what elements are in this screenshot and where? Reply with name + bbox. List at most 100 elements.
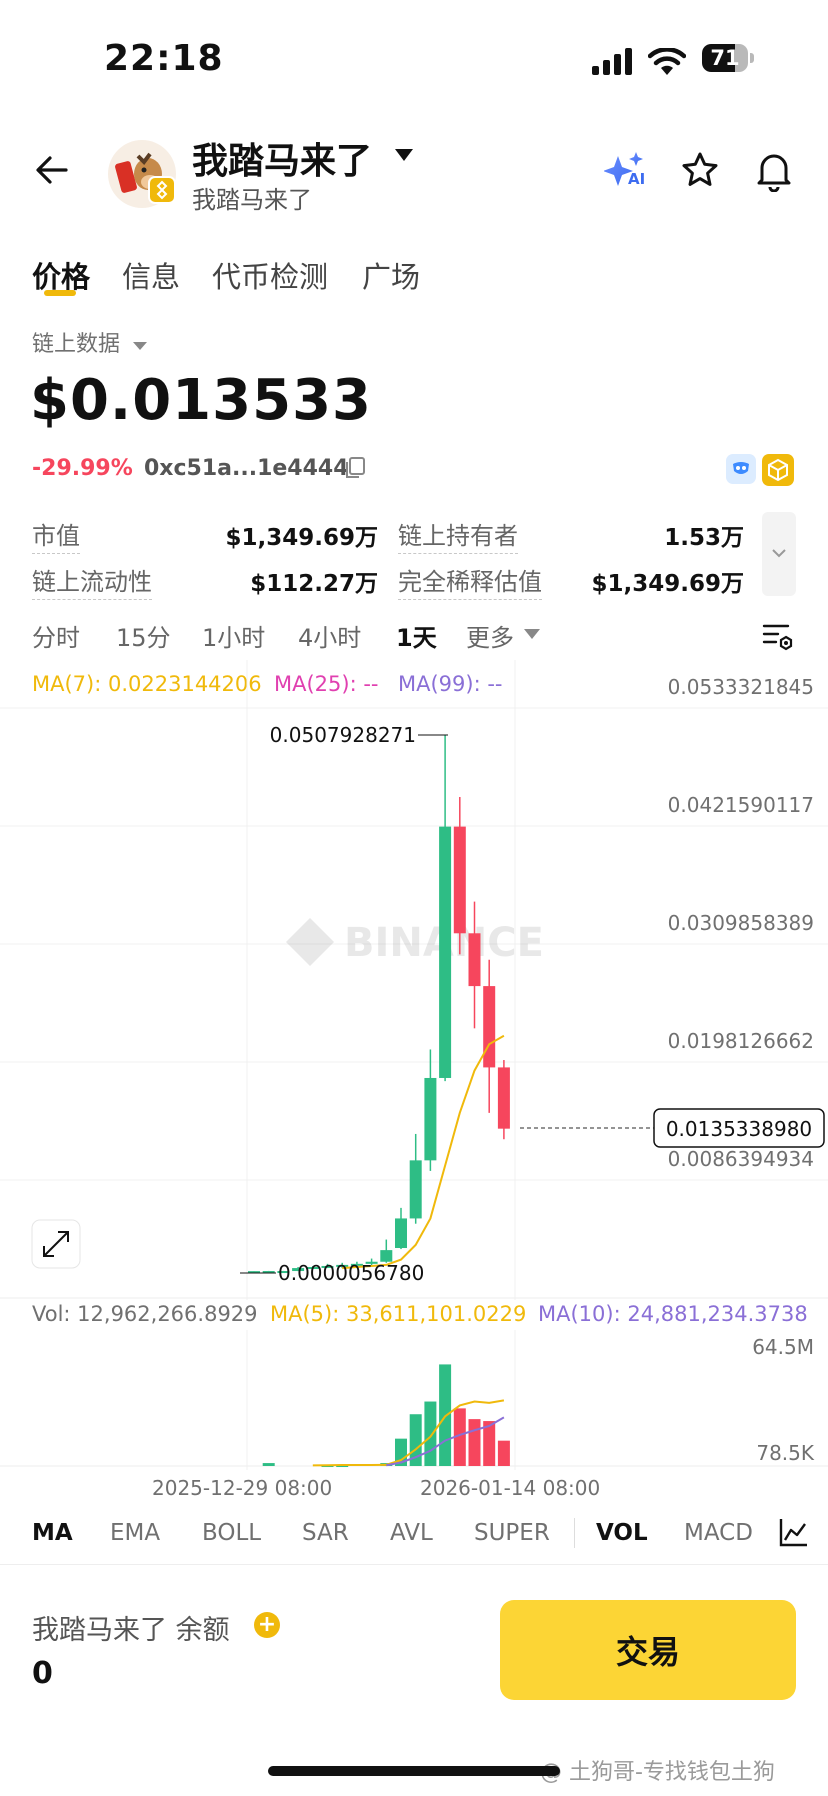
holders-value: 1.53万 bbox=[664, 525, 744, 551]
balance-value: 0 bbox=[32, 1656, 53, 1691]
ai-label: AI bbox=[628, 170, 646, 188]
candle bbox=[395, 1218, 407, 1249]
mask-icon bbox=[733, 462, 749, 474]
x-tick: 2026-01-14 08:00 bbox=[420, 1476, 601, 1500]
indicator-ema[interactable]: EMA bbox=[110, 1520, 160, 1546]
balance-label: 我踏马来了 余额 bbox=[32, 1608, 230, 1647]
price-change: -29.99% bbox=[32, 456, 133, 481]
fdv-label: 完全稀释估值 bbox=[398, 562, 542, 600]
bnb-icon bbox=[156, 180, 168, 200]
indicator-super[interactable]: SUPER bbox=[474, 1520, 550, 1546]
y-tick: 0.0533321845 bbox=[668, 675, 814, 699]
indicator-ma[interactable]: MA bbox=[32, 1520, 73, 1546]
vol-ma10: MA(10): 24,881,234.3738 bbox=[538, 1302, 808, 1326]
low-marker: 0.0000056780 bbox=[240, 1261, 424, 1285]
chevron-down-icon bbox=[772, 549, 786, 558]
low-price-label: 0.0000056780 bbox=[278, 1261, 424, 1285]
candle bbox=[424, 1077, 437, 1161]
holders-label: 链上持有者 bbox=[398, 516, 518, 554]
volume-bar bbox=[497, 1440, 510, 1466]
x-tick: 2025-12-29 08:00 bbox=[152, 1476, 333, 1500]
tab-square[interactable]: 广场 bbox=[362, 254, 420, 296]
interval-timeline[interactable]: 分时 bbox=[32, 618, 80, 653]
interval-15m[interactable]: 15分 bbox=[116, 618, 171, 653]
bell-icon[interactable] bbox=[754, 150, 794, 192]
token-subtitle: 我踏马来了 bbox=[192, 186, 312, 214]
interval-more[interactable]: 更多 bbox=[466, 618, 514, 653]
candlestick-series bbox=[248, 734, 510, 1274]
interval-1d[interactable]: 1天 bbox=[396, 618, 437, 653]
indicator-boll[interactable]: BOLL bbox=[202, 1520, 261, 1546]
vol-value: Vol: 12,962,266.8929 bbox=[32, 1302, 258, 1326]
tab-info[interactable]: 信息 bbox=[122, 254, 180, 296]
watermark-credit: @ 土狗哥-专找钱包土狗 bbox=[540, 1760, 775, 1785]
current-price-label: 0.0135338980 bbox=[666, 1117, 812, 1141]
candle bbox=[483, 986, 496, 1068]
indicator-avl[interactable]: AVL bbox=[390, 1520, 433, 1546]
stats-expand-button[interactable] bbox=[762, 512, 796, 596]
ma7-line bbox=[342, 1034, 505, 1270]
volume-bars bbox=[262, 1364, 510, 1468]
fullscreen-button[interactable] bbox=[31, 1219, 81, 1269]
candle bbox=[439, 826, 452, 1078]
battery-level: 71 bbox=[710, 46, 740, 70]
volume-bar bbox=[424, 1401, 437, 1466]
interval-1h[interactable]: 1小时 bbox=[202, 618, 265, 653]
candle bbox=[453, 826, 466, 934]
battery-icon: 71 bbox=[702, 44, 754, 72]
market-cap-label: 市值 bbox=[32, 516, 80, 554]
wifi-icon bbox=[648, 48, 686, 75]
high-price-label: 0.0507928271 bbox=[270, 723, 416, 747]
token-title[interactable]: 我踏马来了 bbox=[192, 132, 372, 184]
vol-max-tick: 64.5M bbox=[752, 1335, 814, 1359]
status-time: 22:18 bbox=[104, 38, 224, 79]
indicator-sar[interactable]: SAR bbox=[302, 1520, 349, 1546]
high-marker: 0.0507928271 bbox=[270, 723, 448, 747]
volume-chart[interactable]: 64.5M 78.5K bbox=[0, 1330, 828, 1470]
divider bbox=[0, 1564, 828, 1565]
current-price: $0.013533 bbox=[30, 368, 372, 433]
indicator-settings-icon[interactable] bbox=[778, 1516, 810, 1548]
balance-label-text: 我踏马来了 余额 bbox=[32, 1615, 230, 1646]
caret-down-icon bbox=[133, 342, 148, 350]
indicator-macd[interactable]: MACD bbox=[684, 1520, 753, 1546]
candle bbox=[409, 1160, 422, 1219]
vol-ma5: MA(5): 33,611,101.0229 bbox=[270, 1302, 527, 1326]
home-indicator bbox=[268, 1766, 560, 1776]
candle bbox=[497, 1067, 510, 1129]
interval-4h[interactable]: 4小时 bbox=[298, 618, 361, 653]
indicator-divider bbox=[574, 1518, 575, 1548]
back-arrow-icon[interactable] bbox=[34, 152, 70, 188]
chevron-down-icon[interactable] bbox=[394, 148, 414, 162]
data-source-selector[interactable]: 链上数据 bbox=[32, 326, 148, 358]
y-tick: 0.0086394934 bbox=[668, 1147, 814, 1171]
y-axis-ticks: 0.0533321845 0.0421590117 0.0309858389 0… bbox=[668, 675, 814, 1171]
y-tick: 0.0198126662 bbox=[668, 1029, 814, 1053]
trade-button[interactable]: 交易 bbox=[500, 1600, 796, 1700]
copy-icon[interactable] bbox=[344, 456, 366, 480]
cellular-signal-icon bbox=[592, 48, 632, 75]
y-tick: 0.0421590117 bbox=[668, 793, 814, 817]
volume-bar bbox=[262, 1463, 275, 1466]
security-badge[interactable] bbox=[726, 454, 756, 484]
bnb-badge[interactable] bbox=[762, 454, 794, 486]
binance-watermark: BINANCE bbox=[286, 918, 544, 966]
tab-underline bbox=[44, 290, 76, 296]
add-balance-icon[interactable]: + bbox=[254, 1612, 280, 1638]
contract-address: 0xc51a...1e4444 bbox=[144, 456, 349, 481]
star-icon[interactable] bbox=[680, 150, 720, 190]
vol-min-tick: 78.5K bbox=[756, 1441, 815, 1465]
volume-bar bbox=[468, 1419, 481, 1466]
caret-down-icon bbox=[524, 629, 540, 639]
candle bbox=[468, 933, 481, 987]
price-chart[interactable]: BINANCE 0.0533321845 0.0421590117 0.0309… bbox=[0, 660, 828, 1300]
liquidity-value: $112.27万 bbox=[250, 571, 378, 597]
market-cap-value: $1,349.69万 bbox=[225, 525, 379, 551]
liquidity-label: 链上流动性 bbox=[32, 562, 152, 600]
bnb-chain-badge bbox=[148, 176, 176, 204]
data-source-label: 链上数据 bbox=[32, 332, 121, 357]
chart-settings-icon[interactable] bbox=[762, 620, 794, 652]
tab-token-check[interactable]: 代币检测 bbox=[212, 254, 328, 296]
current-price-marker: 0.0135338980 bbox=[520, 1108, 825, 1148]
indicator-vol[interactable]: VOL bbox=[596, 1520, 648, 1546]
